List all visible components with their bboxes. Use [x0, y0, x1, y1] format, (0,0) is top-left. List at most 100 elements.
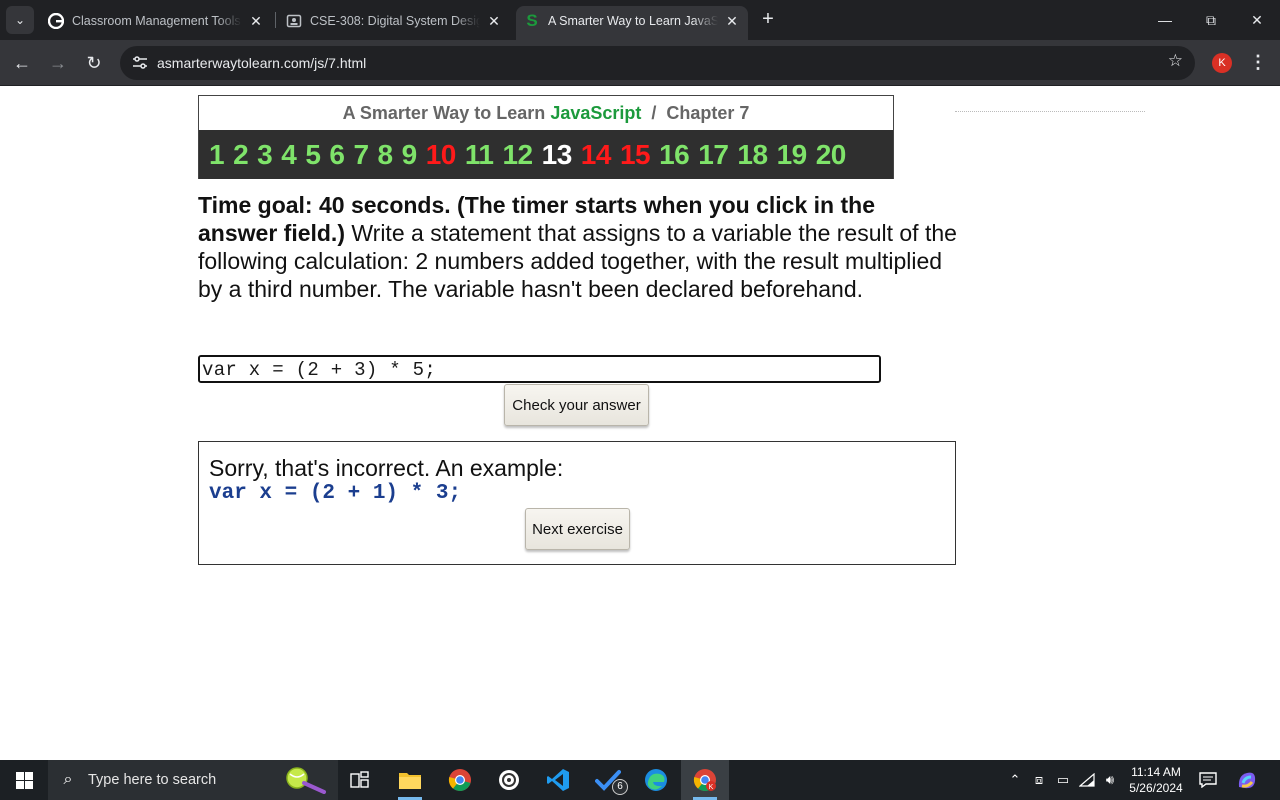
- reload-button[interactable]: ↻: [80, 49, 108, 77]
- search-icon: ⌕: [63, 771, 73, 788]
- close-icon[interactable]: ✕: [486, 13, 502, 30]
- close-icon[interactable]: ✕: [248, 13, 264, 30]
- chrome-profile-button[interactable]: K: [681, 760, 729, 800]
- close-icon: ✕: [1251, 11, 1263, 28]
- windows-logo-icon: [15, 771, 33, 789]
- wifi-icon[interactable]: [1076, 760, 1098, 800]
- tab-separator: [275, 12, 276, 28]
- exercise-link-14[interactable]: 14: [581, 139, 612, 171]
- close-icon[interactable]: ✕: [724, 13, 740, 30]
- result-message: Sorry, that's incorrect. An example:: [209, 455, 564, 481]
- browser-toolbar: ← → ↻ asmarterwaytolearn.com/js/7.html ☆…: [0, 40, 1280, 86]
- exercise-link-9[interactable]: 9: [402, 139, 418, 171]
- exercise-link-18[interactable]: 18: [737, 139, 768, 171]
- exercise-link-2[interactable]: 2: [233, 139, 249, 171]
- title-prefix: A Smarter Way to Learn: [342, 103, 551, 123]
- tab-search-button[interactable]: ⌄: [6, 6, 34, 34]
- classroom-icon: [286, 13, 302, 29]
- plus-icon: +: [762, 8, 774, 30]
- search-highlight-icon: [286, 767, 326, 794]
- close-window-button[interactable]: ✕: [1234, 0, 1280, 40]
- new-tab-button[interactable]: +: [756, 8, 780, 32]
- volume-icon[interactable]: 🔊︎: [1099, 760, 1121, 800]
- exercise-link-1[interactable]: 1: [209, 139, 225, 171]
- profile-avatar[interactable]: K: [1212, 53, 1232, 73]
- exercise-link-13[interactable]: 13: [542, 139, 573, 171]
- tab-cse308[interactable]: CSE-308: Digital System Design ✕: [278, 6, 510, 36]
- meet-now-icon[interactable]: ⧈: [1028, 760, 1050, 800]
- minimize-button[interactable]: —: [1142, 0, 1188, 40]
- file-explorer-button[interactable]: [386, 760, 434, 800]
- restore-button[interactable]: ⧉: [1188, 0, 1234, 40]
- task-view-button[interactable]: [336, 760, 384, 800]
- reload-icon: ↻: [86, 52, 102, 73]
- bookmark-star-icon[interactable]: ☆: [1168, 51, 1183, 71]
- vscode-button[interactable]: [534, 760, 582, 800]
- exercise-link-17[interactable]: 17: [698, 139, 729, 171]
- next-exercise-button[interactable]: Next exercise: [525, 508, 630, 550]
- tab-title: A Smarter Way to Learn JavaScript: [548, 14, 718, 28]
- tab-classroom[interactable]: Classroom Management Tools & Resources ✕: [40, 6, 272, 36]
- tab-bar: ⌄ Classroom Management Tools & Resources…: [0, 0, 1280, 40]
- chrome-button[interactable]: [436, 760, 484, 800]
- back-button[interactable]: ←: [8, 49, 36, 77]
- windows-taskbar: ⌕ Type here to search 6 K ⌃ ⧈ ▭ 🔊︎ 11:14…: [0, 760, 1280, 800]
- show-hidden-icons-button[interactable]: ⌃: [1004, 760, 1026, 800]
- notifications-button[interactable]: [1194, 760, 1222, 800]
- title-suffix: / Chapter 7: [641, 103, 750, 123]
- exercise-link-19[interactable]: 19: [777, 139, 808, 171]
- forward-button[interactable]: →: [44, 49, 72, 77]
- start-button[interactable]: [0, 760, 48, 800]
- tab-title: CSE-308: Digital System Design: [310, 14, 480, 28]
- site-info-icon[interactable]: [128, 51, 152, 75]
- exercise-link-20[interactable]: 20: [816, 139, 847, 171]
- exercise-link-3[interactable]: 3: [257, 139, 273, 171]
- notification-icon: [1199, 772, 1217, 788]
- taskbar-clock[interactable]: 11:14 AM 5/26/2024: [1122, 764, 1190, 796]
- exercise-link-15[interactable]: 15: [620, 139, 651, 171]
- chatgpt-button[interactable]: [485, 760, 533, 800]
- tab-smarter-way[interactable]: S A Smarter Way to Learn JavaScript ✕: [516, 6, 748, 40]
- exercise-link-10[interactable]: 10: [426, 139, 457, 171]
- vscode-icon: [547, 769, 569, 791]
- lesson-header: A Smarter Way to Learn JavaScript / Chap…: [198, 95, 894, 179]
- chevron-down-icon: ⌄: [14, 13, 26, 27]
- tab-title: Classroom Management Tools & Resources: [72, 14, 242, 28]
- lesson-title: A Smarter Way to Learn JavaScript / Chap…: [199, 96, 893, 130]
- ad-placeholder: [955, 111, 1145, 112]
- exercise-link-8[interactable]: 8: [378, 139, 394, 171]
- exercise-link-6[interactable]: 6: [329, 139, 345, 171]
- chrome-icon: [448, 769, 471, 791]
- address-bar[interactable]: asmarterwaytolearn.com/js/7.html ☆: [120, 46, 1195, 80]
- search-placeholder: Type here to search: [88, 772, 217, 788]
- svg-text:K: K: [709, 784, 714, 791]
- copilot-button[interactable]: [1232, 760, 1262, 800]
- exercise-question: Time goal: 40 seconds. (The timer starts…: [198, 191, 958, 303]
- battery-icon[interactable]: ▭: [1052, 760, 1074, 800]
- result-box: Sorry, that's incorrect. An example: var…: [198, 441, 956, 565]
- minimize-icon: —: [1158, 12, 1172, 28]
- openai-icon: [499, 770, 519, 790]
- exercise-link-4[interactable]: 4: [281, 139, 297, 171]
- restore-icon: ⧉: [1206, 11, 1216, 28]
- edge-button[interactable]: [632, 760, 680, 800]
- taskbar-search[interactable]: ⌕ Type here to search: [48, 760, 338, 800]
- chrome-profile-icon: K: [693, 769, 716, 791]
- clock-date: 5/26/2024: [1129, 781, 1183, 795]
- url-text: asmarterwaytolearn.com/js/7.html: [157, 55, 367, 71]
- clock-time: 11:14 AM: [1131, 765, 1181, 779]
- copilot-icon: [1238, 772, 1256, 789]
- exercise-link-5[interactable]: 5: [305, 139, 321, 171]
- exercise-link-12[interactable]: 12: [502, 139, 533, 171]
- exercise-link-11[interactable]: 11: [465, 139, 494, 171]
- menu-kebab-icon[interactable]: ⋮: [1246, 50, 1270, 76]
- exercise-link-16[interactable]: 16: [659, 139, 690, 171]
- answer-field[interactable]: [198, 355, 881, 383]
- folder-icon: [399, 773, 421, 789]
- task-view-icon: [350, 771, 369, 788]
- smarter-way-s-icon: S: [526, 11, 538, 30]
- check-answer-button[interactable]: Check your answer: [504, 384, 649, 426]
- arrow-right-icon: →: [49, 52, 67, 73]
- todo-button[interactable]: 6: [584, 760, 632, 800]
- exercise-link-7[interactable]: 7: [353, 139, 369, 171]
